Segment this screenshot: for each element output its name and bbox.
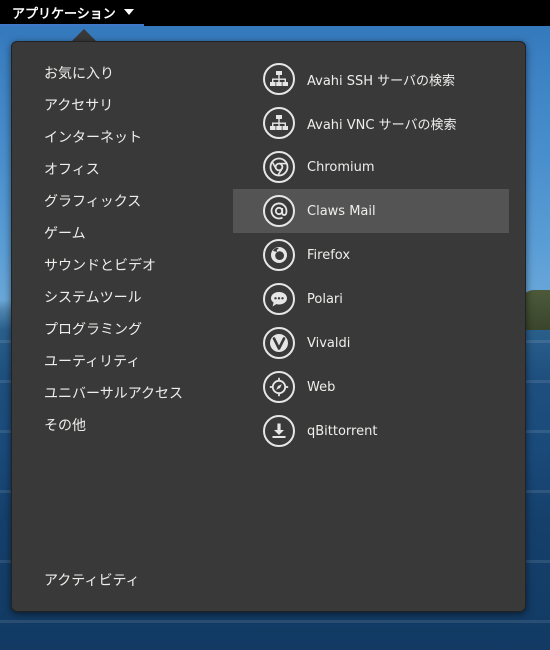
app-item-qbittorrent[interactable]: qBittorrent: [233, 409, 509, 453]
chromium-icon: [263, 151, 295, 183]
activities-item[interactable]: アクティビティ: [44, 565, 140, 597]
category-item[interactable]: ユーティリティ: [44, 346, 183, 378]
app-label: Vivaldi: [307, 335, 351, 351]
category-item[interactable]: グラフィックス: [44, 186, 183, 218]
app-label: Web: [307, 379, 336, 395]
app-item-chromium[interactable]: Chromium: [233, 145, 509, 189]
category-list: お気に入り アクセサリ インターネット オフィス グラフィックス ゲーム サウン…: [44, 58, 183, 442]
category-item[interactable]: その他: [44, 410, 183, 442]
network-icon: [263, 107, 295, 139]
category-item[interactable]: サウンドとビデオ: [44, 250, 183, 282]
applications-menu-button[interactable]: アプリケーション: [0, 0, 144, 26]
category-item[interactable]: プログラミング: [44, 314, 183, 346]
at-sign-icon: [263, 195, 295, 227]
compass-icon: [263, 371, 295, 403]
firefox-icon: [263, 239, 295, 271]
applications-menu: お気に入り アクセサリ インターネット オフィス グラフィックス ゲーム サウン…: [11, 41, 526, 612]
app-label: Firefox: [307, 247, 351, 263]
app-item-avahi-ssh[interactable]: Avahi SSH サーバの検索: [233, 57, 509, 101]
category-item[interactable]: インターネット: [44, 122, 183, 154]
chat-bubble-icon: [263, 283, 295, 315]
app-label: qBittorrent: [307, 423, 378, 439]
app-item-claws-mail[interactable]: Claws Mail: [233, 189, 509, 233]
category-item[interactable]: アクセサリ: [44, 90, 183, 122]
applications-menu-label: アプリケーション: [12, 6, 116, 22]
category-item[interactable]: ユニバーサルアクセス: [44, 378, 183, 410]
app-item-web[interactable]: Web: [233, 365, 509, 409]
download-icon: [263, 415, 295, 447]
app-label: Claws Mail: [307, 203, 376, 219]
sea-wave: [0, 620, 550, 623]
app-label: Chromium: [307, 159, 375, 175]
vivaldi-icon: [263, 327, 295, 359]
app-item-polari[interactable]: Polari: [233, 277, 509, 321]
app-item-vivaldi[interactable]: Vivaldi: [233, 321, 509, 365]
app-list: Avahi SSH サーバの検索 Avahi VNC サーバの検索 Chromi…: [233, 57, 509, 453]
category-item[interactable]: オフィス: [44, 154, 183, 186]
category-item[interactable]: システムツール: [44, 282, 183, 314]
chevron-down-icon: [123, 9, 134, 15]
category-item[interactable]: ゲーム: [44, 218, 183, 250]
app-label: Avahi SSH サーバの検索: [307, 73, 456, 89]
app-label: Avahi VNC サーバの検索: [307, 117, 457, 133]
app-item-avahi-vnc[interactable]: Avahi VNC サーバの検索: [233, 101, 509, 145]
app-item-firefox[interactable]: Firefox: [233, 233, 509, 277]
category-item[interactable]: お気に入り: [44, 58, 183, 90]
network-icon: [263, 63, 295, 95]
app-label: Polari: [307, 291, 343, 307]
top-bar: アプリケーション: [0, 0, 550, 26]
